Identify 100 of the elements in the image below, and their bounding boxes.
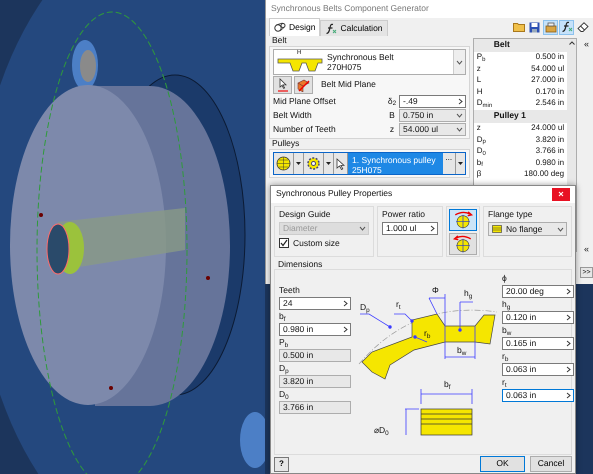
dropdown-button[interactable] (324, 153, 334, 174)
input-field[interactable]: 0.063 in (502, 389, 574, 402)
field-label: Mid Plane Offset (273, 96, 337, 106)
chevron-right-icon (566, 340, 571, 348)
pulley-icon (276, 156, 291, 171)
diagram-label: r$_{b}$ (424, 329, 430, 340)
group-label: Flange type (488, 210, 534, 220)
field-label: D$_{p}$ (279, 364, 290, 376)
value-text: 27.000 in (531, 75, 564, 86)
input-field[interactable]: 0.165 in (502, 337, 574, 350)
dropdown-button[interactable] (294, 153, 304, 174)
dialog-title: Synchronous Pulley Properties (276, 189, 392, 200)
dropdown[interactable]: 0.750 in (399, 109, 466, 122)
value-text: 0.170 in (536, 86, 564, 98)
value-text: 0.500 in (536, 52, 564, 63)
symbol-label: b$_{f}$ (476, 158, 483, 170)
chevron-right-icon (458, 98, 463, 105)
function-icon (325, 22, 338, 34)
symbol-label: L (476, 75, 482, 86)
field-label: P$_{b}$ (279, 338, 290, 350)
cursor-icon (336, 158, 345, 170)
tab[interactable]: Design (269, 18, 320, 36)
group-label: Power ratio (382, 210, 426, 220)
function-icon (560, 21, 572, 33)
chevron-down-icon (456, 113, 463, 118)
tab[interactable]: Calculation (320, 20, 388, 36)
field-label: b$_{w}$ (502, 326, 512, 338)
help-button[interactable]: ? (274, 456, 289, 472)
cancel-button[interactable]: Cancel (530, 456, 572, 472)
diagram-label: ⌀D$_{0}$ (374, 426, 389, 436)
input-field[interactable]: 0.063 in (502, 363, 574, 376)
window-title: Synchronous Belts Component Generator (266, 0, 593, 18)
symbol-label: β (476, 169, 482, 180)
symbol-label: D$_{0}$ (476, 146, 486, 158)
pulley-icon (274, 22, 286, 33)
field-label: Belt Width (273, 110, 313, 120)
value-text: 3.820 in (536, 134, 564, 146)
readonly-field: 0.500 in (279, 349, 351, 362)
input-field[interactable]: 24 (279, 297, 351, 310)
group-label: Design Guide (279, 210, 332, 220)
dropdown-button[interactable] (454, 153, 465, 174)
remove-plane-button[interactable] (294, 76, 313, 94)
checkbox[interactable] (279, 238, 289, 248)
value-text: 2.546 in (536, 98, 564, 110)
group-label: Pulleys (271, 139, 300, 149)
idler-type-button[interactable] (304, 153, 324, 174)
value-text: 180.00 deg (524, 169, 564, 180)
gear-icon (306, 156, 321, 171)
close-button[interactable] (552, 188, 570, 201)
pulley-type-button[interactable] (274, 153, 294, 174)
input-field[interactable]: 1.000 ul (382, 222, 438, 236)
field-label: D$_{0}$ (279, 390, 290, 402)
dropdown[interactable]: 54.000 ul (399, 123, 466, 136)
group-label: Dimensions (277, 260, 324, 270)
diagram-label: h$_{g}$ (464, 289, 472, 300)
select-button[interactable] (273, 76, 292, 94)
field-label: r$_{b}$ (502, 352, 510, 364)
caret-icon (296, 162, 301, 165)
field-label: Teeth (279, 286, 301, 298)
chevron-right-icon (566, 288, 571, 296)
field-label: ϕ (502, 274, 508, 286)
input-field[interactable]: -.49 (399, 95, 466, 108)
input-field[interactable]: 0.120 in (502, 311, 574, 324)
rotation-button[interactable] (449, 208, 477, 231)
field-label: b$_{f}$ (279, 312, 287, 324)
group-label: Belt (271, 36, 288, 46)
collapse-button[interactable]: « (584, 40, 590, 49)
close-icon (558, 191, 564, 198)
symbol-label: D$_{min}$ (476, 98, 492, 110)
scroll-up-icon[interactable] (568, 41, 575, 45)
chevron-down-icon (456, 60, 463, 64)
chevron-right-icon (566, 314, 571, 322)
input-field[interactable]: 0.980 in (279, 323, 351, 336)
mid-plane-label: Belt Mid Plane (321, 80, 376, 90)
diagram-label: r$_{t}$ (396, 300, 401, 310)
input-field[interactable]: 20.00 deg (502, 285, 574, 298)
field-label: h$_{g}$ (502, 300, 512, 312)
value-text: 24.000 ul (531, 122, 564, 134)
chevron-down-icon (359, 226, 366, 232)
symbol-label: z (388, 124, 396, 134)
save-icon (529, 22, 540, 32)
symbol-label: H (476, 86, 483, 98)
select-button[interactable] (334, 153, 348, 174)
rotation-button[interactable] (449, 232, 477, 255)
symbol-label: z (476, 64, 481, 75)
toolbar-button[interactable] (559, 20, 574, 34)
symbol-label: D$_{p}$ (476, 134, 486, 146)
symbol-label: P$_{b}$ (476, 52, 486, 64)
chevron-right-icon (343, 300, 348, 308)
plane-icon (297, 78, 310, 92)
more-button[interactable]: ... (442, 153, 455, 174)
section-header: Belt (474, 39, 568, 52)
folder-icon (512, 22, 524, 32)
collapse-button[interactable]: « (584, 245, 590, 254)
ok-button[interactable]: OK (480, 456, 525, 472)
dropdown[interactable]: No flange (488, 222, 567, 236)
toolbar-button[interactable] (527, 20, 542, 34)
checkbox-label: Custom size (293, 238, 340, 248)
flange-icon (492, 225, 502, 234)
toolbar-button[interactable] (575, 20, 590, 34)
